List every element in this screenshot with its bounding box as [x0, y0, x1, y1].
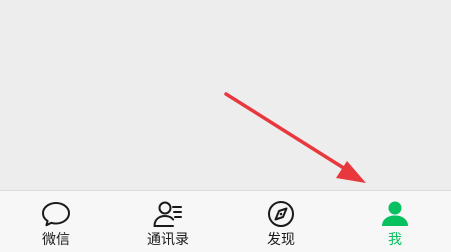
contacts-icon [152, 199, 184, 229]
tab-discover-label: 发现 [267, 232, 295, 248]
tab-chats-label: 微信 [42, 232, 70, 248]
chat-bubble-icon [40, 199, 72, 229]
content-area [0, 0, 451, 190]
tab-me[interactable]: 我 [339, 191, 451, 252]
tab-me-label: 我 [388, 232, 402, 248]
tab-discover[interactable]: 发现 [225, 191, 337, 252]
tab-contacts-label: 通讯录 [147, 232, 189, 248]
compass-icon [265, 199, 297, 229]
wechat-screen: 微信 通讯录 发现 我 [0, 0, 451, 252]
bottom-tab-bar: 微信 通讯录 发现 我 [0, 190, 451, 252]
person-icon [379, 199, 411, 229]
tab-chats[interactable]: 微信 [0, 191, 112, 252]
tab-contacts[interactable]: 通讯录 [112, 191, 224, 252]
